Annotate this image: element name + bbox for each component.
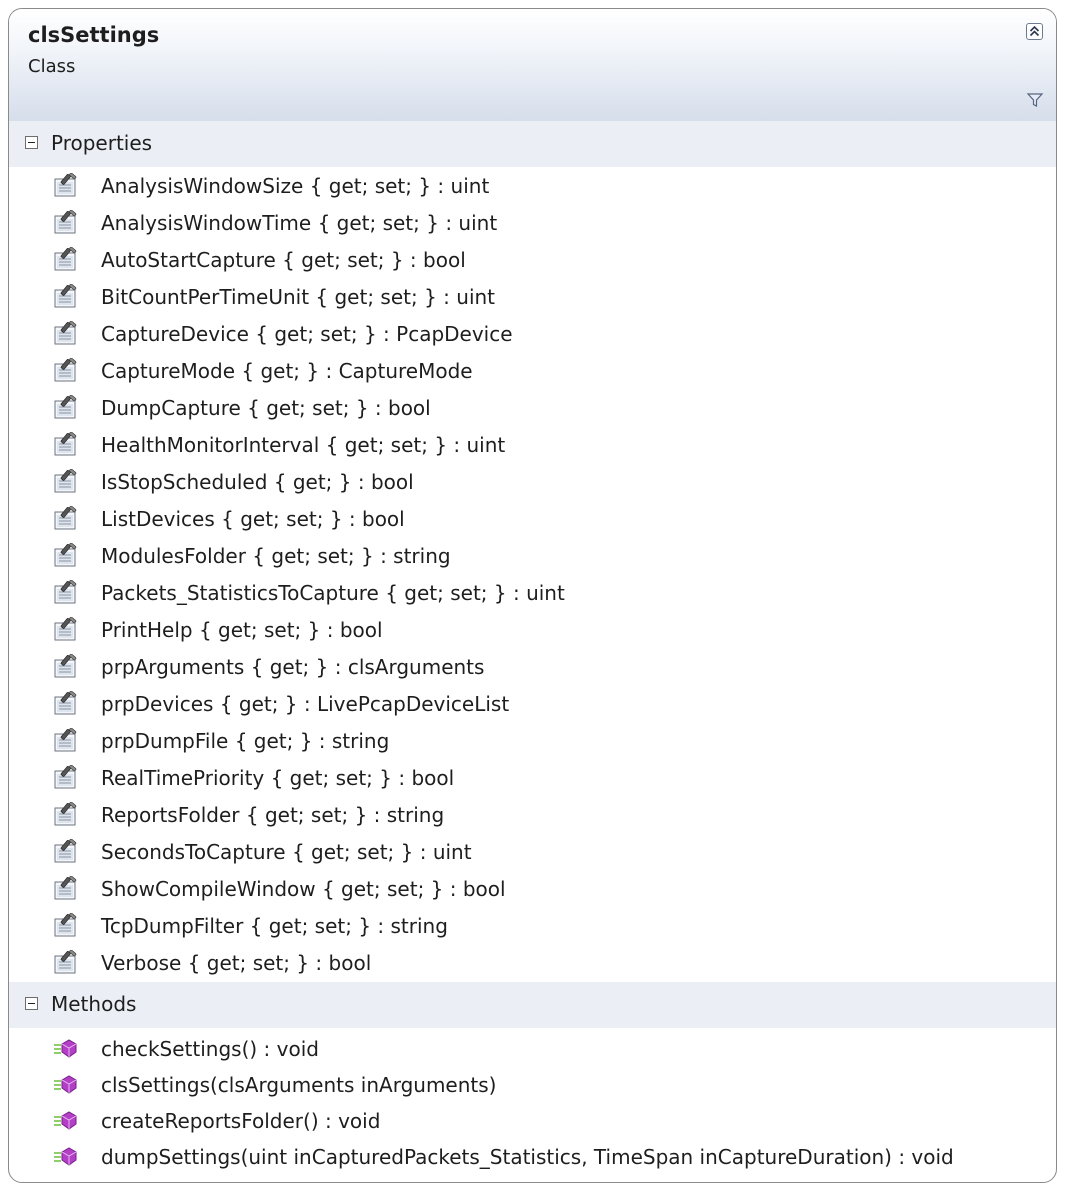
method-icon xyxy=(53,1108,79,1134)
property-signature: Verbose { get; set; } : bool xyxy=(101,950,372,975)
property-icon xyxy=(53,468,79,495)
property-signature: Packets_StatisticsToCapture { get; set; … xyxy=(101,580,565,605)
property-signature: IsStopScheduled { get; } : bool xyxy=(101,469,414,494)
property-icon xyxy=(53,246,79,273)
method-icon xyxy=(53,1036,79,1062)
property-signature: HealthMonitorInterval { get; set; } : ui… xyxy=(101,432,506,457)
class-kind: Class xyxy=(28,56,76,77)
property-signature: ListDevices { get; set; } : bool xyxy=(101,506,405,531)
method-row[interactable]: createReportsFolder() : void xyxy=(9,1103,1056,1139)
collapse-icon[interactable] xyxy=(1026,23,1043,40)
property-icon xyxy=(53,579,79,606)
property-signature: prpDumpFile { get; } : string xyxy=(101,728,390,753)
property-icon xyxy=(53,172,79,199)
methods-list: checkSettings() : void clsSettings(clsArg… xyxy=(9,1031,1056,1175)
property-icon xyxy=(53,949,79,976)
method-row[interactable]: checkSettings() : void xyxy=(9,1031,1056,1067)
method-signature: dumpSettings(uint inCapturedPackets_Stat… xyxy=(101,1145,954,1169)
property-icon xyxy=(53,283,79,310)
property-row[interactable]: TcpDumpFilter { get; set; } : string xyxy=(9,907,1056,944)
property-signature: DumpCapture { get; set; } : bool xyxy=(101,395,431,420)
property-row[interactable]: BitCountPerTimeUnit { get; set; } : uint xyxy=(9,278,1056,315)
property-row[interactable]: prpDumpFile { get; } : string xyxy=(9,722,1056,759)
property-row[interactable]: SecondsToCapture { get; set; } : uint xyxy=(9,833,1056,870)
property-icon xyxy=(53,801,79,828)
property-row[interactable]: HealthMonitorInterval { get; set; } : ui… xyxy=(9,426,1056,463)
method-signature: createReportsFolder() : void xyxy=(101,1109,381,1133)
properties-section-header[interactable]: Properties xyxy=(9,121,1056,167)
property-icon xyxy=(53,875,79,902)
property-signature: SecondsToCapture { get; set; } : uint xyxy=(101,839,472,864)
method-signature: clsSettings(clsArguments inArguments) xyxy=(101,1073,497,1097)
property-icon xyxy=(53,394,79,421)
property-signature: RealTimePriority { get; set; } : bool xyxy=(101,765,455,790)
property-row[interactable]: Packets_StatisticsToCapture { get; set; … xyxy=(9,574,1056,611)
property-icon xyxy=(53,542,79,569)
property-row[interactable]: ShowCompileWindow { get; set; } : bool xyxy=(9,870,1056,907)
property-row[interactable]: prpArguments { get; } : clsArguments xyxy=(9,648,1056,685)
property-signature: ShowCompileWindow { get; set; } : bool xyxy=(101,876,506,901)
property-signature: TcpDumpFilter { get; set; } : string xyxy=(101,913,448,938)
property-row[interactable]: ListDevices { get; set; } : bool xyxy=(9,500,1056,537)
property-row[interactable]: RealTimePriority { get; set; } : bool xyxy=(9,759,1056,796)
methods-section-header[interactable]: Methods xyxy=(9,982,1056,1028)
method-row[interactable]: clsSettings(clsArguments inArguments) xyxy=(9,1067,1056,1103)
property-row[interactable]: Verbose { get; set; } : bool xyxy=(9,944,1056,981)
property-row[interactable]: ReportsFolder { get; set; } : string xyxy=(9,796,1056,833)
methods-label: Methods xyxy=(51,992,137,1016)
property-row[interactable]: IsStopScheduled { get; } : bool xyxy=(9,463,1056,500)
properties-label: Properties xyxy=(51,131,153,155)
property-signature: PrintHelp { get; set; } : bool xyxy=(101,617,383,642)
method-icon xyxy=(53,1072,79,1098)
property-row[interactable]: ModulesFolder { get; set; } : string xyxy=(9,537,1056,574)
property-icon xyxy=(53,653,79,680)
property-signature: BitCountPerTimeUnit { get; set; } : uint xyxy=(101,284,496,309)
property-icon xyxy=(53,912,79,939)
property-signature: prpDevices { get; } : LivePcapDeviceList xyxy=(101,691,510,716)
collapse-methods-toggle[interactable] xyxy=(25,997,38,1010)
property-signature: prpArguments { get; } : clsArguments xyxy=(101,654,485,679)
property-icon xyxy=(53,764,79,791)
property-row[interactable]: AnalysisWindowSize { get; set; } : uint xyxy=(9,167,1056,204)
method-signature: checkSettings() : void xyxy=(101,1037,319,1061)
class-header: clsSettings Class xyxy=(9,9,1056,122)
method-icon xyxy=(53,1144,79,1170)
property-signature: CaptureMode { get; } : CaptureMode xyxy=(101,358,473,383)
property-signature: AutoStartCapture { get; set; } : bool xyxy=(101,247,466,272)
property-signature: AnalysisWindowSize { get; set; } : uint xyxy=(101,173,490,198)
property-icon xyxy=(53,727,79,754)
property-row[interactable]: PrintHelp { get; set; } : bool xyxy=(9,611,1056,648)
property-icon xyxy=(53,357,79,384)
filter-icon[interactable] xyxy=(1026,91,1044,109)
property-row[interactable]: DumpCapture { get; set; } : bool xyxy=(9,389,1056,426)
property-icon xyxy=(53,616,79,643)
property-row[interactable]: AutoStartCapture { get; set; } : bool xyxy=(9,241,1056,278)
property-signature: ModulesFolder { get; set; } : string xyxy=(101,543,451,568)
property-icon xyxy=(53,320,79,347)
method-row[interactable]: dumpSettings(uint inCapturedPackets_Stat… xyxy=(9,1139,1056,1175)
property-signature: ReportsFolder { get; set; } : string xyxy=(101,802,445,827)
property-signature: CaptureDevice { get; set; } : PcapDevice xyxy=(101,321,513,346)
class-name: clsSettings xyxy=(28,23,160,47)
property-icon xyxy=(53,505,79,532)
property-signature: AnalysisWindowTime { get; set; } : uint xyxy=(101,210,498,235)
class-shape[interactable]: clsSettings Class Properties AnalysisWin… xyxy=(8,8,1057,1183)
property-row[interactable]: CaptureMode { get; } : CaptureMode xyxy=(9,352,1056,389)
property-icon xyxy=(53,690,79,717)
property-row[interactable]: prpDevices { get; } : LivePcapDeviceList xyxy=(9,685,1056,722)
property-row[interactable]: AnalysisWindowTime { get; set; } : uint xyxy=(9,204,1056,241)
property-icon xyxy=(53,209,79,236)
collapse-properties-toggle[interactable] xyxy=(25,136,38,149)
property-row[interactable]: CaptureDevice { get; set; } : PcapDevice xyxy=(9,315,1056,352)
properties-list: AnalysisWindowSize { get; set; } : uint A… xyxy=(9,167,1056,981)
property-icon xyxy=(53,838,79,865)
property-icon xyxy=(53,431,79,458)
